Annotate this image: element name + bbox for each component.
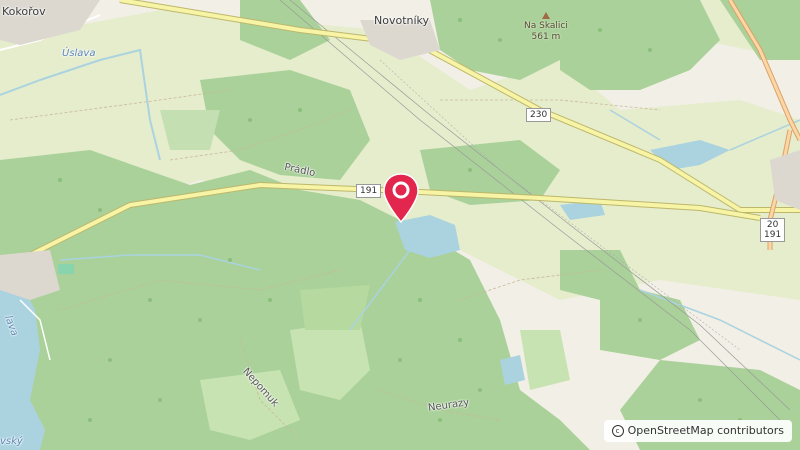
map-tiles <box>0 0 800 450</box>
place-label-kokorov: Kokořov <box>2 5 46 18</box>
place-label-novotniky: Novotníky <box>374 14 430 27</box>
road-shield-191-ref: 191 <box>764 230 782 240</box>
lake-label-vsky: vský <box>0 436 23 447</box>
map-pin-icon[interactable] <box>382 172 420 224</box>
peak-name: Na Skalici <box>524 21 568 31</box>
attribution-text: OpenStreetMap contributors <box>627 424 784 437</box>
peak-label: Na Skalici 561 m <box>524 12 568 43</box>
attribution-link[interactable]: c OpenStreetMap contributors <box>603 420 792 442</box>
copyright-icon: c <box>611 425 624 437</box>
road-shield-20-ref: 20 <box>766 220 779 230</box>
map-pin-graphic <box>383 173 419 224</box>
road-shield-20-191: 20 191 <box>760 218 786 242</box>
peak-elevation: 561 m <box>531 32 561 42</box>
map-view[interactable]: Kokořov Novotníky Prádlo Nepomuk Neurazy… <box>0 0 800 450</box>
peak-triangle-icon <box>541 12 550 19</box>
river-label-uslava: Úslava <box>62 48 96 59</box>
road-shield-191: 191 <box>356 184 382 198</box>
road-shield-230: 230 <box>526 108 552 122</box>
